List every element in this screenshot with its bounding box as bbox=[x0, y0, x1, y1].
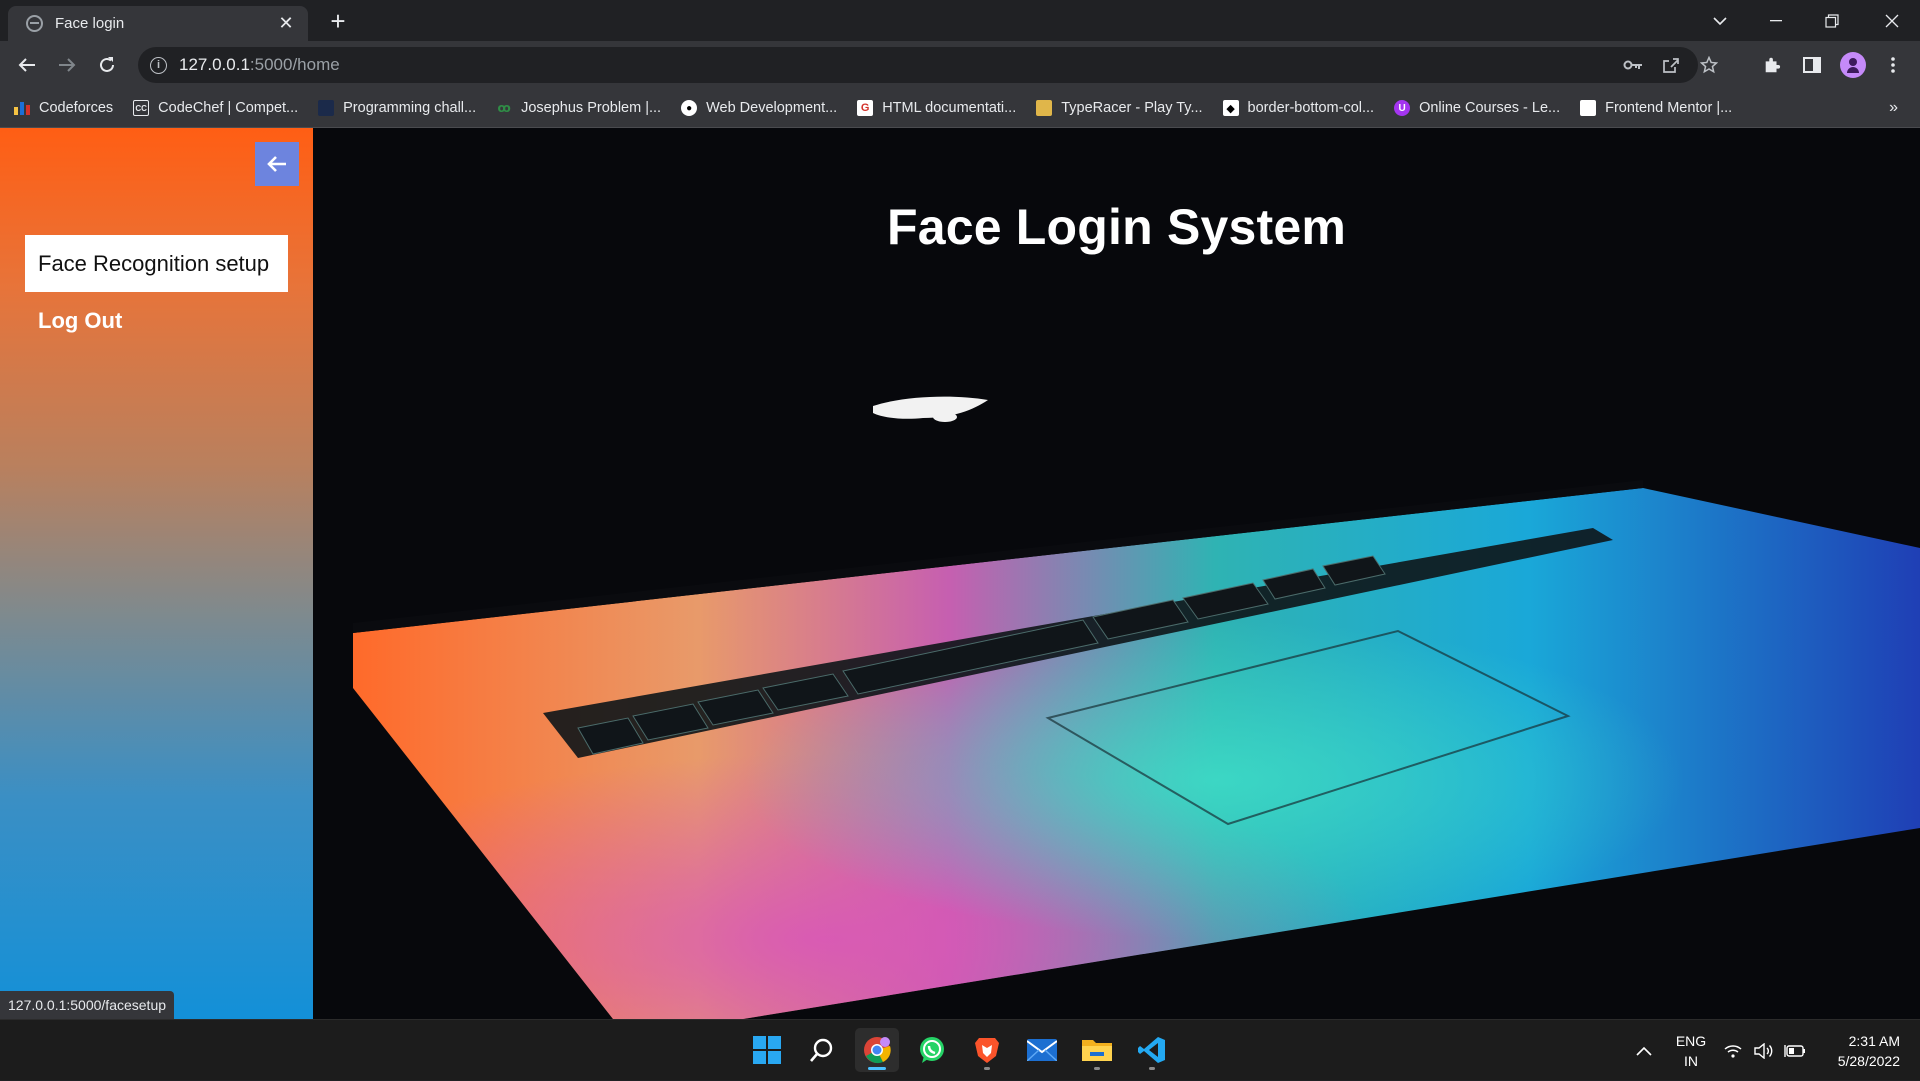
frontend-mentor-icon bbox=[1580, 100, 1597, 116]
udemy-icon: U bbox=[1394, 100, 1411, 116]
folder-icon bbox=[1082, 1040, 1112, 1061]
site-info-icon[interactable]: i bbox=[150, 56, 167, 74]
menu-log-out[interactable]: Log Out bbox=[25, 292, 288, 349]
taskbar-chrome[interactable] bbox=[855, 1028, 899, 1072]
globe-icon bbox=[26, 15, 43, 32]
wifi-icon[interactable] bbox=[1724, 1020, 1748, 1081]
search-icon bbox=[810, 1038, 833, 1062]
status-bar-url: 127.0.0.1:5000/facesetup bbox=[0, 991, 175, 1019]
bookmark-webdev[interactable]: ● Web Development... bbox=[681, 100, 837, 116]
menu-kebab-icon[interactable] bbox=[1878, 50, 1908, 80]
url-path: :5000/home bbox=[249, 55, 340, 74]
extensions-icon[interactable] bbox=[1757, 50, 1787, 80]
codechef-icon: CC bbox=[133, 100, 150, 116]
whatsapp-icon bbox=[920, 1037, 944, 1063]
bookmark-frontend-mentor[interactable]: Frontend Mentor |... bbox=[1580, 100, 1732, 116]
tab-strip: Face login ✕ + bbox=[0, 0, 1920, 41]
sidebar: Face Recognition setup Log Out 127.0.0.1… bbox=[0, 128, 313, 1019]
close-tab-icon[interactable]: ✕ bbox=[276, 13, 296, 34]
taskbar-brave[interactable] bbox=[965, 1028, 1009, 1072]
address-bar[interactable]: i 127.0.0.1:5000/home bbox=[138, 47, 1718, 83]
arrow-left-icon bbox=[267, 156, 286, 172]
hero-section: Face Login System bbox=[313, 128, 1920, 1019]
page-viewport: Face Recognition setup Log Out 127.0.0.1… bbox=[0, 128, 1920, 1019]
chrome-icon bbox=[864, 1037, 891, 1064]
restore-icon[interactable] bbox=[1804, 0, 1860, 41]
language-indicator[interactable]: ENG IN bbox=[1674, 1031, 1708, 1071]
profile-avatar[interactable] bbox=[1838, 50, 1868, 80]
html-doc-icon: G bbox=[857, 100, 874, 116]
close-window-icon[interactable] bbox=[1864, 0, 1920, 41]
reload-icon[interactable] bbox=[92, 50, 122, 80]
active-indicator bbox=[868, 1067, 886, 1070]
bookmark-codeforces[interactable]: Codeforces bbox=[14, 100, 113, 116]
webdev-icon: ● bbox=[681, 100, 698, 116]
tab-search-icon[interactable] bbox=[1692, 0, 1748, 41]
laptop-background-image bbox=[353, 396, 1920, 1019]
bookmark-typeracer[interactable]: TypeRacer - Play Ty... bbox=[1036, 100, 1203, 116]
running-indicator bbox=[1094, 1067, 1100, 1070]
system-clock[interactable]: 2:31 AM 5/28/2022 bbox=[1820, 1031, 1900, 1071]
start-button[interactable] bbox=[745, 1028, 789, 1072]
back-icon[interactable] bbox=[12, 50, 42, 80]
browser-toolbar: i 127.0.0.1:5000/home bbox=[0, 41, 1920, 89]
volume-icon[interactable] bbox=[1754, 1020, 1778, 1081]
share-icon[interactable] bbox=[1656, 47, 1686, 83]
mail-icon bbox=[1027, 1039, 1057, 1061]
codeforces-icon bbox=[14, 100, 30, 116]
taskbar-vscode[interactable] bbox=[1130, 1028, 1174, 1072]
windows-icon bbox=[753, 1036, 781, 1064]
typeracer-icon bbox=[1036, 100, 1053, 116]
bookmark-html-doc[interactable]: G HTML documentati... bbox=[857, 100, 1016, 116]
key-icon[interactable] bbox=[1618, 47, 1648, 83]
more-bookmarks-icon[interactable]: » bbox=[1889, 99, 1898, 117]
menu-face-recognition-setup[interactable]: Face Recognition setup bbox=[25, 235, 288, 292]
browser-tab[interactable]: Face login ✕ bbox=[8, 6, 308, 41]
vscode-icon bbox=[1138, 1037, 1165, 1063]
search-button[interactable] bbox=[800, 1028, 844, 1072]
bookmark-udemy[interactable]: U Online Courses - Le... bbox=[1394, 100, 1560, 116]
star-icon[interactable] bbox=[1694, 47, 1724, 83]
bookmarks-bar: Codeforces CC CodeChef | Compet... Progr… bbox=[0, 89, 1920, 128]
side-panel-icon[interactable] bbox=[1797, 50, 1827, 80]
codepen-icon: ◆ bbox=[1222, 100, 1239, 116]
tab-title: Face login bbox=[55, 15, 125, 32]
brave-icon bbox=[975, 1038, 999, 1063]
taskbar-mail[interactable] bbox=[1020, 1028, 1064, 1072]
forward-icon[interactable] bbox=[52, 50, 82, 80]
bookmark-codechef[interactable]: CC CodeChef | Compet... bbox=[133, 100, 298, 116]
bookmark-programming[interactable]: Programming chall... bbox=[318, 100, 476, 116]
minimize-icon[interactable] bbox=[1748, 0, 1804, 41]
geeksforgeeks-icon: ꝏ bbox=[497, 101, 511, 115]
bookmark-josephus[interactable]: ꝏ Josephus Problem |... bbox=[496, 100, 661, 116]
battery-icon[interactable] bbox=[1784, 1020, 1810, 1081]
running-indicator bbox=[984, 1067, 990, 1070]
collapse-sidebar-button[interactable] bbox=[255, 142, 299, 186]
windows-taskbar: ENG IN 2:31 AM 5/28/2022 bbox=[0, 1019, 1920, 1080]
bookmark-codepen[interactable]: ◆ border-bottom-col... bbox=[1222, 100, 1374, 116]
running-indicator bbox=[1149, 1067, 1155, 1070]
show-hidden-icons-chevron-icon[interactable] bbox=[1636, 1020, 1658, 1081]
new-tab-button[interactable]: + bbox=[324, 8, 352, 36]
url-host: 127.0.0.1 bbox=[179, 55, 250, 74]
taskbar-file-explorer[interactable] bbox=[1075, 1028, 1119, 1072]
page-title: Face Login System bbox=[886, 199, 1347, 255]
taskbar-whatsapp[interactable] bbox=[910, 1028, 954, 1072]
programming-icon bbox=[318, 100, 335, 116]
